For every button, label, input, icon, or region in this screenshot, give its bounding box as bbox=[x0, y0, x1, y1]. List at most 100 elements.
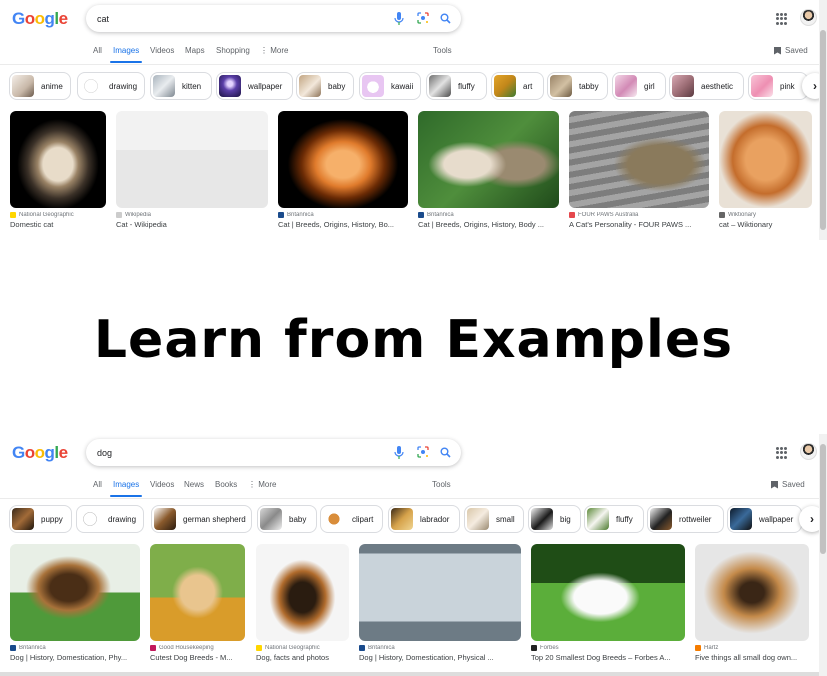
chip-kitten[interactable]: kitten bbox=[150, 72, 212, 100]
microphone-icon[interactable] bbox=[392, 445, 406, 459]
result-image[interactable] bbox=[359, 544, 521, 641]
image-result[interactable]: Wiktionary cat – Wiktionary bbox=[719, 111, 812, 229]
chip-fluffy[interactable]: fluffy bbox=[426, 72, 487, 100]
chip-puppy[interactable]: puppy bbox=[9, 505, 72, 533]
result-title[interactable]: Five things all small dog own... bbox=[695, 653, 809, 662]
result-title[interactable]: Cat | Breeds, Origins, History, Body ... bbox=[418, 220, 559, 229]
tab-news[interactable]: News bbox=[184, 480, 204, 489]
chip-tabby[interactable]: tabby bbox=[547, 72, 608, 100]
tab-more[interactable]: ⋮ More bbox=[248, 480, 276, 489]
search-input[interactable] bbox=[97, 445, 377, 460]
chip-girl[interactable]: girl bbox=[612, 72, 666, 100]
scrollbar-thumb[interactable] bbox=[820, 30, 826, 230]
tab-all[interactable]: All bbox=[93, 46, 102, 55]
image-result[interactable]: National Geographic Domestic cat bbox=[10, 111, 106, 229]
chip-thumbnail bbox=[12, 75, 34, 97]
chip-small[interactable]: small bbox=[464, 505, 524, 533]
image-result[interactable]: National Geographic Dog, facts and photo… bbox=[256, 544, 349, 662]
result-title[interactable]: Cat - Wikipedia bbox=[116, 220, 268, 229]
result-image[interactable] bbox=[719, 111, 812, 208]
result-image[interactable] bbox=[531, 544, 685, 641]
source-favicon bbox=[719, 212, 725, 218]
chip-wallpaper[interactable]: wallpaper bbox=[727, 505, 802, 533]
result-title[interactable]: cat – Wiktionary bbox=[719, 220, 812, 229]
image-result[interactable]: Forbes Top 20 Smallest Dog Breeds – Forb… bbox=[531, 544, 685, 662]
search-input[interactable] bbox=[97, 11, 377, 26]
image-result[interactable]: Britannica Cat | Breeds, Origins, Histor… bbox=[278, 111, 408, 229]
chip-kawaii[interactable]: kawaii bbox=[359, 72, 421, 100]
search-icon[interactable] bbox=[438, 445, 452, 459]
tab-maps[interactable]: Maps bbox=[185, 46, 205, 55]
chip-thumbnail bbox=[429, 75, 451, 97]
result-title[interactable]: Top 20 Smallest Dog Breeds – Forbes A... bbox=[531, 653, 685, 662]
tab-images[interactable]: Images bbox=[113, 480, 139, 489]
tools-button[interactable]: Tools bbox=[433, 46, 452, 55]
chip-big[interactable]: big bbox=[528, 505, 581, 533]
tab-more[interactable]: ⋮ More bbox=[260, 46, 288, 55]
result-image[interactable] bbox=[10, 111, 106, 208]
image-result[interactable]: Britannica Cat | Breeds, Origins, Histor… bbox=[418, 111, 559, 229]
result-title[interactable]: Dog | History, Domestication, Phy... bbox=[10, 653, 140, 662]
chip-pink[interactable]: pink bbox=[748, 72, 808, 100]
result-title[interactable]: Cat | Breeds, Origins, History, Bo... bbox=[278, 220, 408, 229]
tab-images[interactable]: Images bbox=[113, 46, 139, 55]
tab-videos[interactable]: Videos bbox=[150, 46, 174, 55]
result-image[interactable] bbox=[569, 111, 709, 208]
image-result[interactable]: FOUR PAWS Australia A Cat's Personality … bbox=[569, 111, 709, 229]
source-favicon bbox=[569, 212, 575, 218]
result-title[interactable]: Dog | History, Domestication, Physical .… bbox=[359, 653, 521, 662]
tab-all[interactable]: All bbox=[93, 480, 102, 489]
result-source: National Geographic bbox=[19, 212, 74, 218]
result-image[interactable] bbox=[150, 544, 245, 641]
result-title[interactable]: Domestic cat bbox=[10, 220, 106, 229]
result-image[interactable] bbox=[418, 111, 559, 208]
tools-button[interactable]: Tools bbox=[432, 480, 451, 489]
chip-wallpaper[interactable]: wallpaper bbox=[216, 72, 293, 100]
chip-baby[interactable]: baby bbox=[296, 72, 354, 100]
chip-art[interactable]: art bbox=[491, 72, 544, 100]
avatar[interactable] bbox=[800, 9, 817, 26]
apps-grid-icon[interactable] bbox=[776, 447, 788, 459]
chip-clipart[interactable]: clipart bbox=[320, 505, 383, 533]
image-result[interactable]: Wikipedia Cat - Wikipedia bbox=[116, 111, 268, 229]
tab-shopping[interactable]: Shopping bbox=[216, 46, 250, 55]
result-image[interactable] bbox=[116, 111, 268, 208]
chip-drawing[interactable]: drawing bbox=[77, 72, 145, 100]
page: Google All Images Videos Maps bbox=[0, 0, 827, 676]
result-title[interactable]: Dog, facts and photos bbox=[256, 653, 349, 662]
apps-grid-icon[interactable] bbox=[776, 13, 788, 25]
chip-labrador[interactable]: labrador bbox=[388, 505, 460, 533]
saved-button[interactable]: Saved bbox=[774, 46, 808, 55]
chip-rottweiler[interactable]: rottweiler bbox=[647, 505, 724, 533]
chip-aesthetic[interactable]: aesthetic bbox=[669, 72, 744, 100]
chip-baby[interactable]: baby bbox=[257, 505, 317, 533]
result-image[interactable] bbox=[256, 544, 349, 641]
chip-anime[interactable]: anime bbox=[9, 72, 71, 100]
scrollbar[interactable] bbox=[819, 434, 827, 676]
image-result[interactable]: Britannica Dog | History, Domestication,… bbox=[10, 544, 140, 662]
tab-videos[interactable]: Videos bbox=[150, 480, 174, 489]
result-title[interactable]: A Cat's Personality - FOUR PAWS ... bbox=[569, 220, 709, 229]
google-logo[interactable]: Google bbox=[12, 443, 68, 463]
search-icon[interactable] bbox=[438, 11, 452, 25]
chip-drawing[interactable]: drawing bbox=[76, 505, 144, 533]
image-result[interactable]: Britannica Dog | History, Domestication,… bbox=[359, 544, 521, 662]
result-image[interactable] bbox=[695, 544, 809, 641]
lens-camera-icon[interactable] bbox=[416, 11, 430, 25]
google-logo[interactable]: Google bbox=[12, 9, 68, 29]
tab-books[interactable]: Books bbox=[215, 480, 237, 489]
result-image[interactable] bbox=[278, 111, 408, 208]
saved-button[interactable]: Saved bbox=[771, 480, 805, 489]
avatar[interactable] bbox=[800, 443, 817, 460]
scrollbar[interactable] bbox=[819, 0, 827, 240]
result-image[interactable] bbox=[10, 544, 140, 641]
image-result[interactable]: Hartz Five things all small dog own... bbox=[695, 544, 809, 662]
microphone-icon[interactable] bbox=[392, 11, 406, 25]
result-title[interactable]: Cutest Dog Breeds - M... bbox=[150, 653, 245, 662]
chip-german-shepherd[interactable]: german shepherd bbox=[151, 505, 252, 533]
scrollbar-thumb[interactable] bbox=[820, 444, 826, 554]
image-result[interactable]: Good Housekeeping Cutest Dog Breeds - M.… bbox=[150, 544, 245, 662]
chip-fluffy[interactable]: fluffy bbox=[584, 505, 644, 533]
chip-thumbnail bbox=[154, 508, 176, 530]
lens-camera-icon[interactable] bbox=[416, 445, 430, 459]
